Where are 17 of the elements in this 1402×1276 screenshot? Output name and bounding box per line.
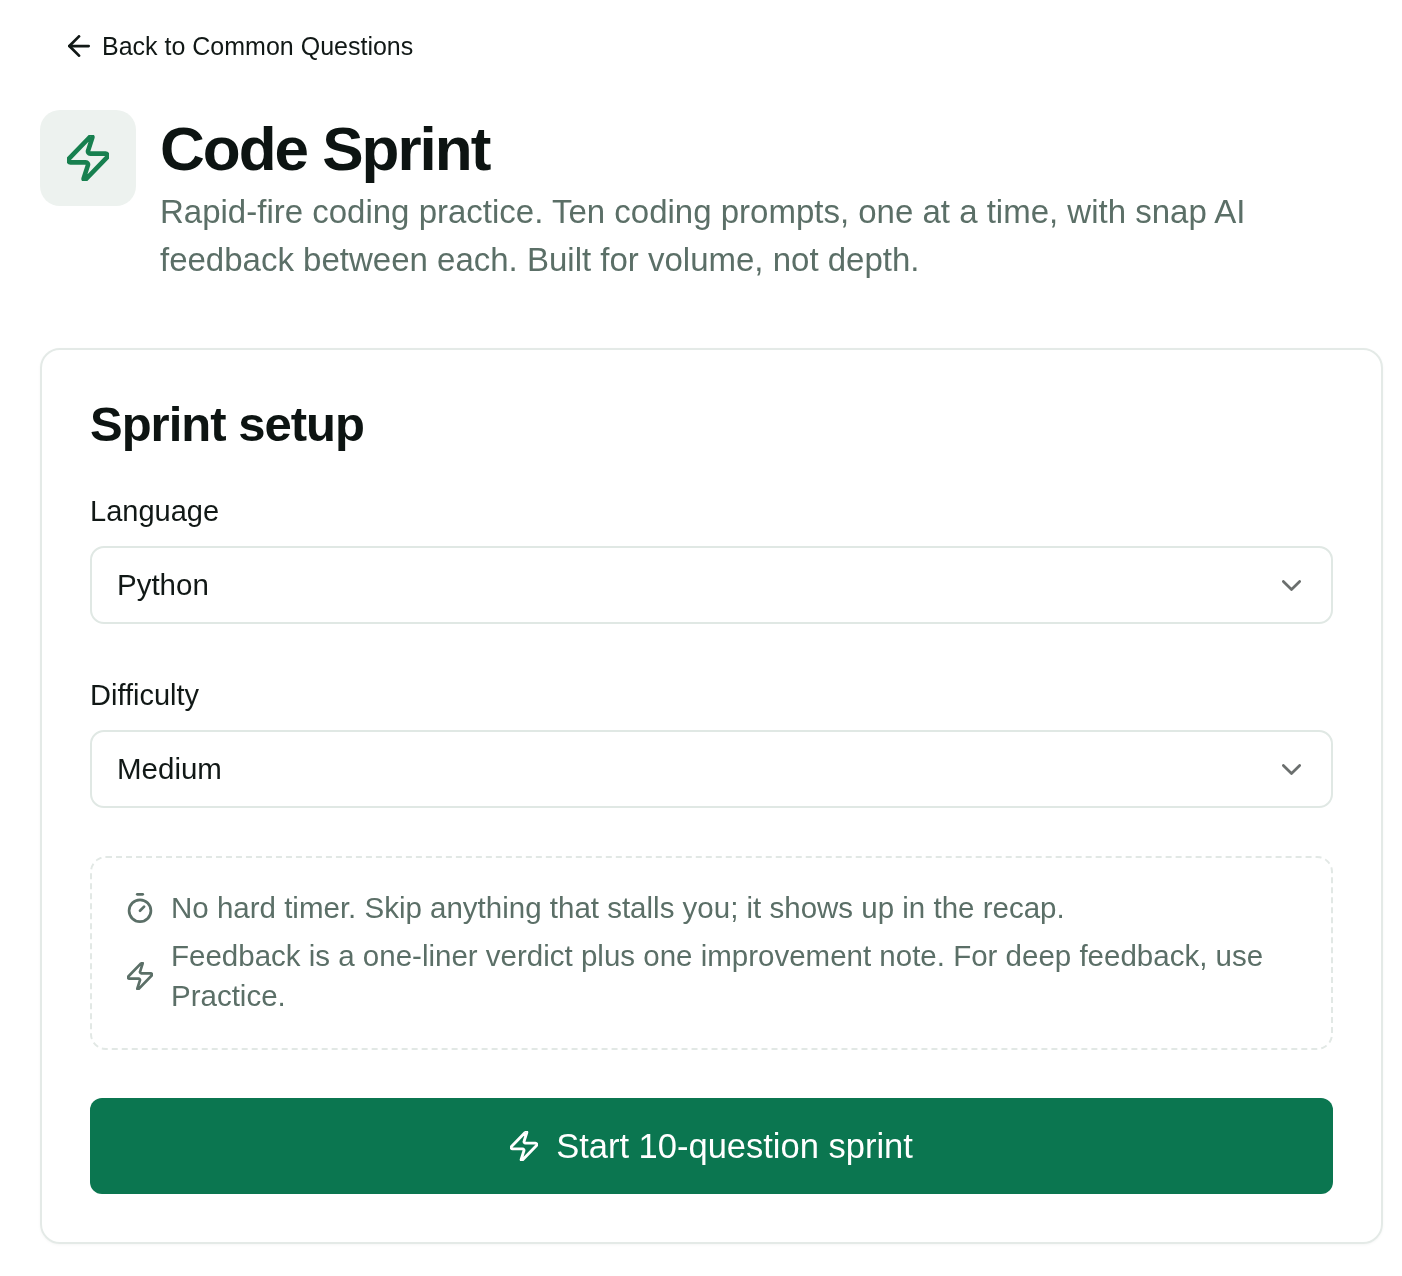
dropdown-field[interactable]: Medium [90, 730, 1333, 808]
note-text: Feedback is a one-liner verdict plus one improvement note. For deep feedback, use Practice. [171, 938, 1265, 1014]
lightning-icon [40, 110, 136, 206]
field-label: Language [90, 494, 221, 528]
field-label: Difficulty [90, 678, 201, 712]
note-text: No hard timer. Skip anything that stalls you; it shows up in the recap. [171, 890, 1065, 926]
page-title: Code Sprint [160, 114, 491, 184]
chevron-down-icon [1282, 763, 1301, 775]
page-description: Rapid-fire coding practice. Ten coding prompts, one at a time, with snap AI feedback between each. Built for volume, not depth. [160, 192, 1247, 280]
back-link[interactable]: Back to Common Questions [40, 31, 414, 61]
lightning-icon [510, 1131, 539, 1161]
start-sprint-button[interactable]: Start 10-question sprint [90, 1098, 1333, 1194]
stopwatch-icon [126, 893, 153, 923]
lightning-icon [126, 962, 153, 990]
dropdown-field[interactable]: Python [90, 546, 1333, 624]
chevron-down-icon [1282, 579, 1301, 591]
card-title: Sprint setup [90, 396, 365, 453]
